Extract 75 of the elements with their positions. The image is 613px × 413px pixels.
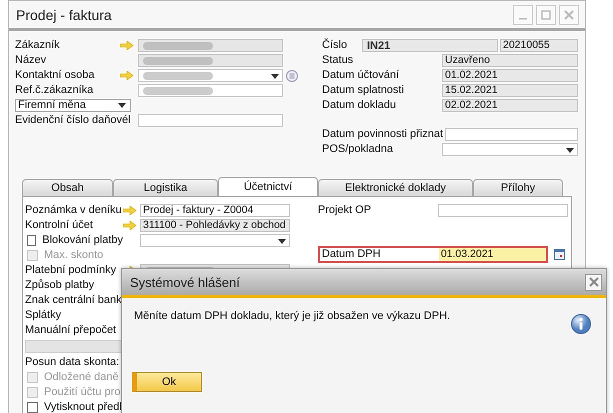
tab[interactable]: Obsah <box>22 179 113 196</box>
input-field[interactable] <box>138 114 283 127</box>
field-label: Datum účtování <box>322 68 400 83</box>
close-icon[interactable] <box>588 277 598 287</box>
link-arrow-icon[interactable] <box>123 206 137 215</box>
dropdown-arrow-icon[interactable] <box>118 103 126 108</box>
dropdown-field[interactable] <box>138 69 283 82</box>
field-label: Datum splatnosti <box>322 83 404 98</box>
ok-button[interactable]: Ok <box>132 372 202 392</box>
date-field[interactable]: 01.03.2021 <box>438 248 546 261</box>
field-label: Způsob platby <box>25 278 94 293</box>
input-field[interactable]: 01.02.2021 <box>442 69 578 82</box>
info-icon <box>571 314 591 334</box>
input-field[interactable] <box>138 39 283 52</box>
field-label: Posun data skonta: <box>25 355 120 370</box>
input-field[interactable]: Uzavřeno <box>442 54 578 67</box>
dropdown-arrow-icon[interactable] <box>566 148 574 153</box>
input-field[interactable]: Prodej - faktury - Z0004 <box>140 204 290 217</box>
checkbox-label: Blokování platby <box>42 233 123 248</box>
input-field[interactable]: 311100 - Pohledávky z obchod <box>140 219 290 232</box>
series-field[interactable]: IN21 <box>362 39 498 52</box>
field-label: Platební podmínky <box>25 263 118 278</box>
link-arrow-icon[interactable] <box>120 71 134 80</box>
field-label: Datum dokladu <box>322 98 396 113</box>
field-label: Status <box>322 53 354 68</box>
field-label: Projekt OP <box>318 203 372 218</box>
close-icon[interactable] <box>564 10 574 20</box>
input-field[interactable] <box>445 128 578 141</box>
field-label: Splátky <box>25 308 62 323</box>
field-label: Datum povinnosti přiznat <box>322 127 444 142</box>
input-field[interactable] <box>138 54 283 67</box>
input-field[interactable]: 20210055 <box>500 39 578 52</box>
dropdown-arrow-icon[interactable] <box>278 239 286 244</box>
field-label: Zákazník <box>15 38 61 53</box>
dropdown-arrow-icon[interactable] <box>271 74 279 79</box>
maximize-icon[interactable] <box>541 10 551 20</box>
field-label: Název <box>15 53 48 68</box>
calendar-icon[interactable] <box>554 249 565 260</box>
field-label: Poznámka v deníku <box>25 203 123 218</box>
window-title: Prodej - faktura <box>16 6 112 22</box>
field-label: Znak centrální bank <box>25 293 122 308</box>
field-label: Kontaktní osoba <box>15 68 96 83</box>
field-label: Evidenční číslo daňovél <box>15 113 131 128</box>
tab[interactable]: Účetnictví <box>218 177 318 196</box>
link-arrow-icon[interactable] <box>123 221 137 230</box>
tab[interactable]: Elektronické doklady <box>318 179 473 196</box>
field-label: Ref.č.zákazníka <box>15 83 94 98</box>
input-field[interactable] <box>138 84 283 97</box>
input-field[interactable]: 02.02.2021 <box>442 99 578 112</box>
close-button[interactable] <box>559 4 579 24</box>
field-label: Manuální přepočet <box>25 323 116 338</box>
field-label: Číslo <box>322 38 348 53</box>
link-arrow-icon[interactable] <box>120 41 134 50</box>
dialog-title: Systémové hlášení <box>130 274 240 290</box>
minimize-button[interactable] <box>513 4 533 24</box>
checkbox-label: Max. skonto <box>44 248 104 263</box>
dropdown-field[interactable] <box>442 143 578 156</box>
input-field[interactable] <box>438 204 568 217</box>
tab[interactable]: Logistika <box>113 179 218 196</box>
checkbox[interactable] <box>27 235 36 246</box>
tab[interactable]: Přílohy <box>473 179 563 196</box>
dialog-message: Měníte datum DPH dokladu, který je již obsažen ve výkazu DPH. <box>134 310 450 322</box>
checkbox[interactable] <box>27 402 38 413</box>
list-icon[interactable] <box>286 70 298 82</box>
field-label: Datum DPH <box>322 247 382 262</box>
checkbox-label: Vytisknout předl <box>44 400 122 413</box>
maximize-button[interactable] <box>536 4 556 24</box>
checkbox-label: Použití účtu pro <box>44 385 120 400</box>
input-field[interactable]: 15.02.2021 <box>442 84 578 97</box>
field-label: POS/pokladna <box>322 142 393 157</box>
checkbox-label: Odložené daně <box>44 370 119 385</box>
dropdown-field[interactable] <box>140 234 290 247</box>
currency-select[interactable]: Firemní měna <box>15 99 131 112</box>
field-label: Kontrolní účet <box>25 218 94 233</box>
close-button[interactable] <box>585 274 602 290</box>
